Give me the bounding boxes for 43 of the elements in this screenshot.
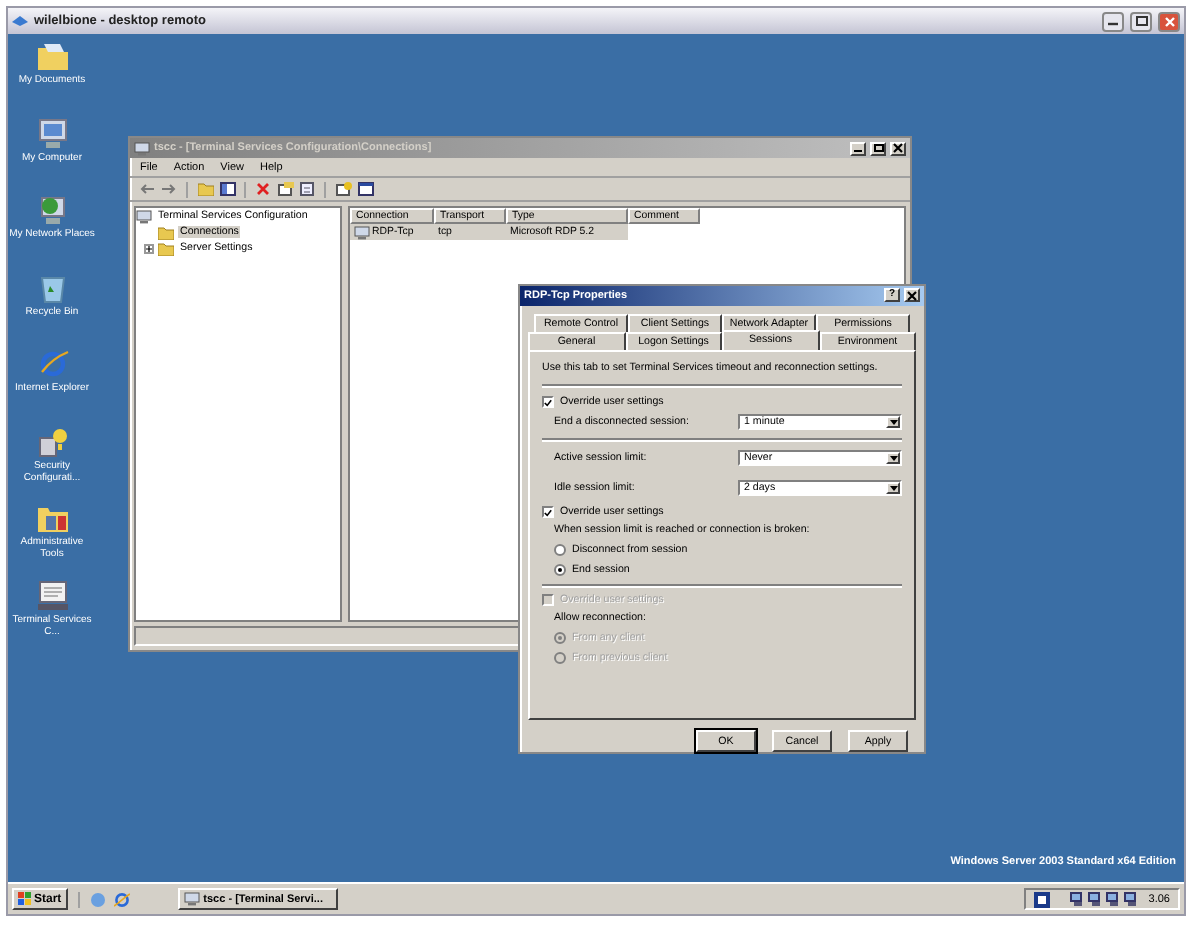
radio-button[interactable] xyxy=(554,563,566,576)
caret-icon xyxy=(886,416,900,429)
keyboard-icon[interactable] xyxy=(1034,891,1051,907)
window-icon[interactable] xyxy=(356,180,374,198)
network-icon xyxy=(35,194,69,226)
properties-icon[interactable] xyxy=(276,180,294,198)
minimize-button[interactable] xyxy=(1102,11,1124,31)
checkbox[interactable] xyxy=(542,396,554,409)
maximize-icon xyxy=(873,144,883,152)
back-icon[interactable] xyxy=(138,180,156,198)
browser-icon xyxy=(35,348,69,380)
maximize-button[interactable] xyxy=(870,141,886,155)
forward-icon[interactable] xyxy=(160,180,178,198)
checkbox[interactable] xyxy=(542,506,554,519)
terminal-icon xyxy=(35,579,69,611)
network-icon[interactable] xyxy=(1070,892,1085,906)
tree-pane-icon[interactable] xyxy=(218,180,236,198)
expand-icon[interactable] xyxy=(144,243,154,253)
radio-button[interactable] xyxy=(554,543,566,556)
minimize-icon xyxy=(854,144,862,152)
recycle-bin-icon xyxy=(35,271,69,303)
close-icon xyxy=(1163,15,1175,27)
maximize-button[interactable] xyxy=(1130,11,1152,31)
console-icon xyxy=(134,141,150,155)
network-icon[interactable] xyxy=(1124,892,1139,906)
security-icon xyxy=(35,425,69,457)
close-icon xyxy=(892,142,904,154)
network-icon[interactable] xyxy=(1106,892,1121,906)
connection-icon xyxy=(354,225,370,239)
maximize-icon xyxy=(1135,16,1147,26)
windows-logo-icon xyxy=(18,892,32,906)
close-button[interactable] xyxy=(904,288,920,303)
network-icon[interactable] xyxy=(1088,892,1103,906)
browser-icon[interactable] xyxy=(113,890,132,908)
folder-icon xyxy=(35,40,69,72)
tools-icon xyxy=(35,502,69,534)
computer-icon xyxy=(35,117,69,149)
close-button[interactable] xyxy=(890,141,906,155)
delete-icon[interactable] xyxy=(254,180,272,198)
caret-icon xyxy=(886,482,900,495)
caret-icon xyxy=(886,452,900,465)
close-icon xyxy=(906,289,918,302)
computer-icon xyxy=(183,892,200,906)
